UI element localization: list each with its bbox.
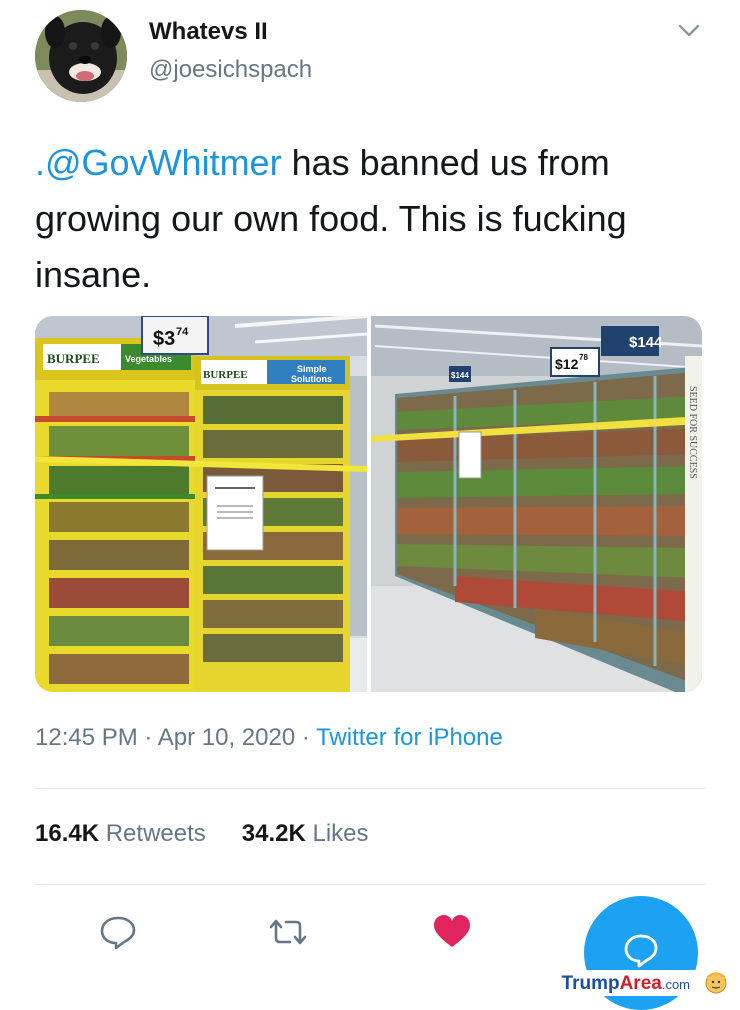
- watermark-bar: TrumpArea.com: [0, 970, 740, 996]
- solutions-label: Solutions: [291, 374, 332, 384]
- chevron-down-icon[interactable]: [676, 20, 702, 40]
- mention-link[interactable]: .@GovWhitmer: [35, 142, 282, 183]
- price-tag-2-cents: 78: [579, 353, 588, 362]
- watermark-part3: .com: [661, 977, 690, 992]
- watermark-part2: Area: [619, 973, 662, 994]
- likes-stat[interactable]: 34.2K Likes: [242, 820, 369, 847]
- tweet-text: .@GovWhitmer has banned us from growing …: [35, 135, 705, 303]
- brand-label-2: BURPEE: [203, 369, 248, 381]
- retweets-count: 16.4K: [35, 820, 100, 847]
- tweet-time: 12:45 PM: [35, 724, 138, 751]
- separator: ·: [144, 724, 153, 751]
- divider-2: [35, 884, 705, 885]
- price-tag-1: $144: [629, 334, 663, 351]
- heart-icon[interactable]: [432, 912, 472, 952]
- tweet-source-link[interactable]: Twitter for iPhone: [316, 724, 503, 751]
- price-cents-left: 74: [176, 326, 189, 338]
- vegetables-label: Vegetables: [125, 354, 172, 364]
- retweets-label: Retweets: [105, 820, 206, 847]
- watermark-text: TrumpArea.com: [562, 973, 690, 995]
- tweet-metadata: 12:45 PM · Apr 10, 2020 · Twitter for iP…: [35, 724, 503, 752]
- watermark-logo-icon: [705, 972, 727, 994]
- simple-label: Simple: [297, 364, 327, 374]
- side-panel-text: SEED FOR SUCCESS: [687, 386, 698, 479]
- price-tag-3: $144: [451, 371, 469, 380]
- seed-rack-photo-right: $144 $12 78 $144 SEED FOR SUCCESS: [371, 316, 702, 692]
- dog-avatar-image: [35, 10, 127, 102]
- tweet-date: Apr 10, 2020: [157, 724, 296, 751]
- compose-reply-icon: [624, 934, 658, 968]
- seed-rack-photo-left: $3 74 BURPEE Vegetables BURPEE Simple So…: [35, 316, 368, 692]
- likes-label: Likes: [312, 820, 369, 847]
- retweets-stat[interactable]: 16.4K Retweets: [35, 820, 206, 847]
- reply-icon[interactable]: [98, 912, 138, 952]
- tweet-media[interactable]: $3 74 BURPEE Vegetables BURPEE Simple So…: [35, 316, 702, 692]
- tweet-stats: 16.4K Retweets 34.2K Likes: [35, 820, 369, 848]
- price-label-left: $3: [153, 328, 175, 350]
- likes-count: 34.2K: [241, 820, 306, 847]
- avatar[interactable]: [35, 10, 127, 102]
- watermark-part1: Trump: [561, 973, 620, 994]
- brand-label: BURPEE: [47, 351, 100, 366]
- retweet-icon[interactable]: [268, 912, 308, 952]
- author-name[interactable]: Whatevs II: [149, 18, 268, 46]
- divider: [35, 788, 705, 789]
- separator-2: ·: [301, 724, 310, 751]
- price-tag-2: $12: [555, 356, 579, 372]
- author-handle[interactable]: @joesichspach: [149, 56, 312, 84]
